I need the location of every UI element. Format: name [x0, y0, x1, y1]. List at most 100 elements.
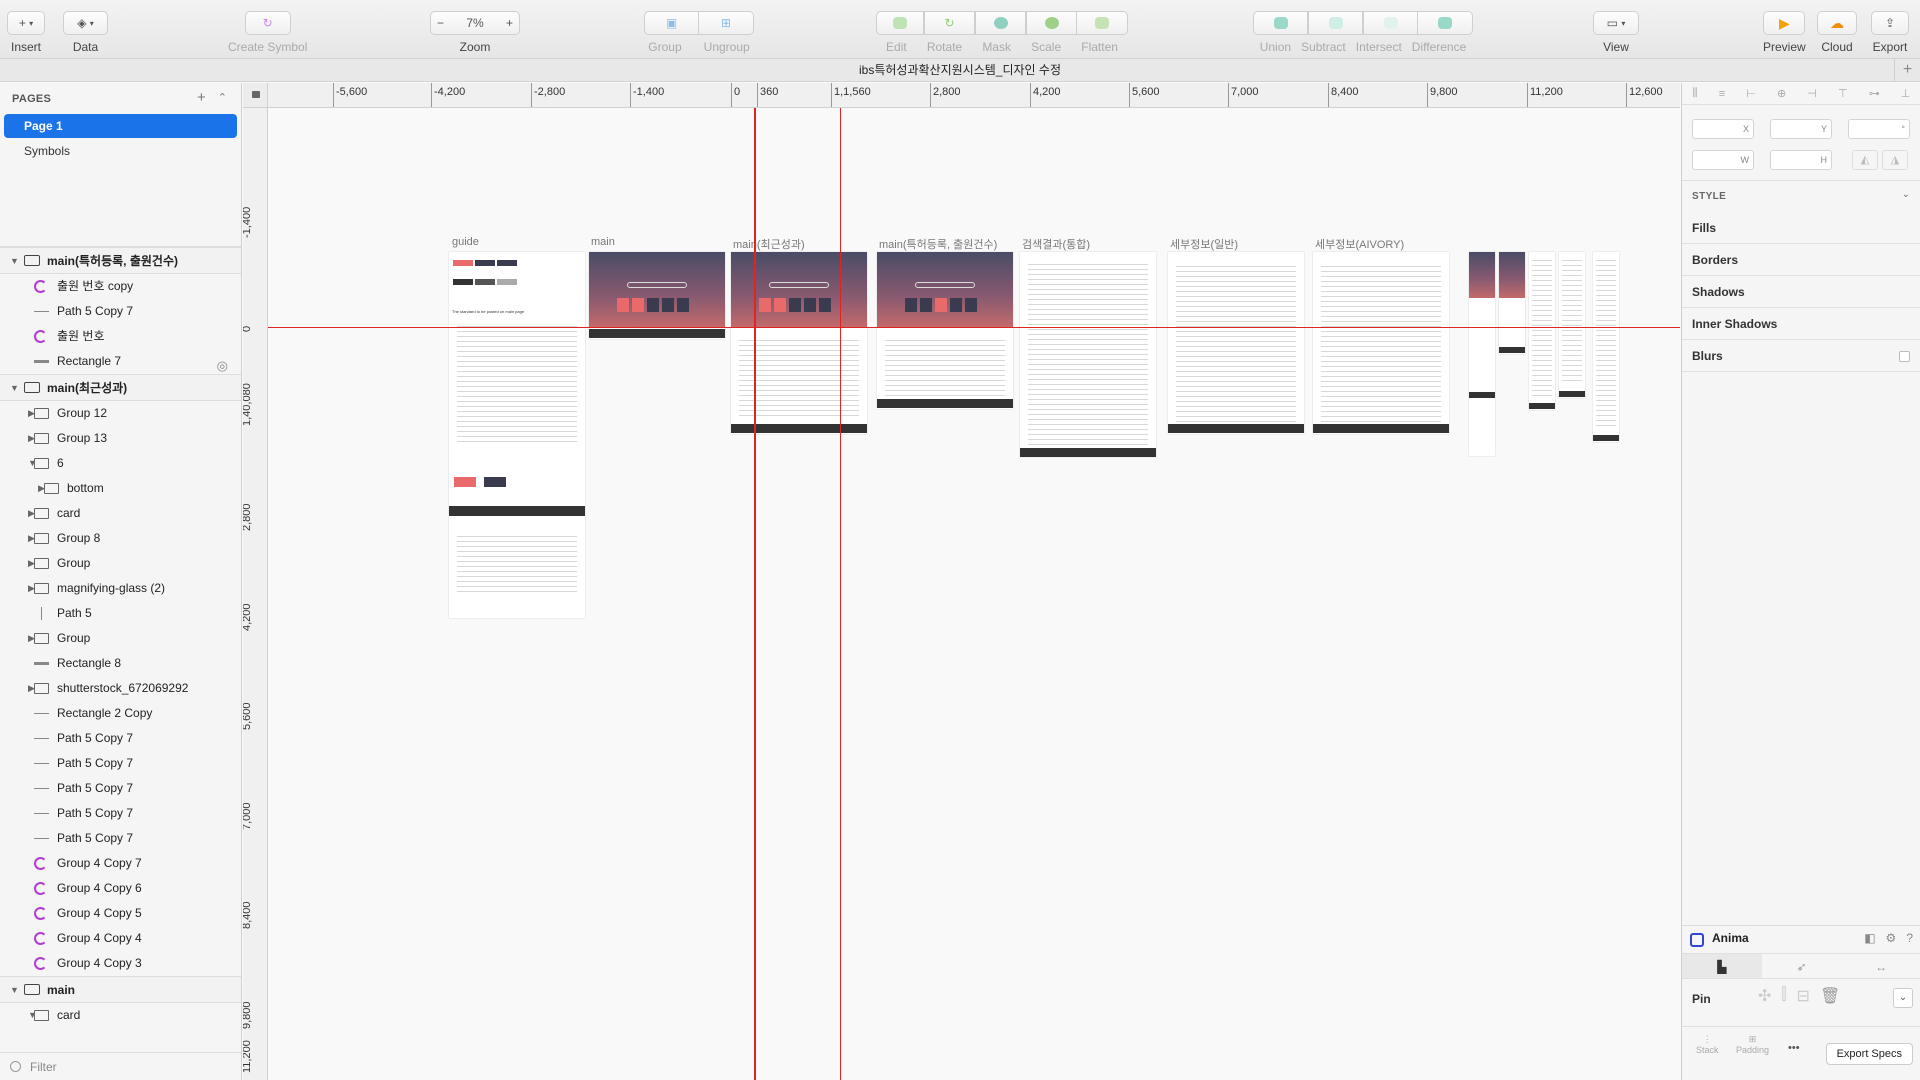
layer-row[interactable]: ▶ Group 12 — [0, 401, 241, 426]
artboard-mobile[interactable] — [1593, 252, 1619, 442]
export-specs-button[interactable]: Export Specs — [1825, 1043, 1913, 1065]
disclosure-open-icon[interactable]: ▼ — [10, 375, 19, 402]
tab-breakpoints[interactable]: ↔ — [1841, 954, 1920, 978]
layer-row[interactable]: Path 5 Copy 7 — [0, 726, 241, 751]
pin-menu-button[interactable]: ⌄ — [1893, 988, 1913, 1008]
trash-icon[interactable]: 🗑 — [1820, 986, 1840, 1006]
artboard-label-main-patent[interactable]: main(특허등록, 출원건수) — [879, 236, 997, 252]
ruler-corner[interactable] — [243, 83, 268, 108]
preview-button[interactable]: ▶ — [1763, 11, 1806, 35]
layer-row[interactable]: ▶ Group 8 — [0, 526, 241, 551]
artboard-mobile[interactable] — [1469, 252, 1495, 456]
vertical-guide[interactable] — [754, 108, 756, 1080]
y-field[interactable]: Y — [1770, 119, 1832, 139]
rotation-field[interactable]: ° — [1848, 119, 1910, 139]
layer-row[interactable]: Group 4 Copy 4 — [0, 926, 241, 951]
layer-row[interactable]: Group 4 Copy 6 — [0, 876, 241, 901]
export-button[interactable]: ⇪ — [1871, 11, 1909, 35]
cloud-button[interactable]: ☁ — [1817, 11, 1857, 35]
stack-button[interactable]: ⋮ Stack — [1696, 1034, 1719, 1055]
layer-row[interactable]: Path 5 Copy 7 — [0, 801, 241, 826]
layer-row[interactable]: Path 5 Copy 7 — [0, 826, 241, 851]
artboard-label-guide[interactable]: guide — [452, 236, 479, 248]
layer-row[interactable]: 출원 번호 — [0, 324, 241, 349]
blurs-section[interactable]: Blurs — [1682, 340, 1920, 372]
layer-row[interactable]: ▶ Group 13 — [0, 426, 241, 451]
artboard-label-main[interactable]: main — [591, 236, 615, 248]
zoom-in-button[interactable]: + — [506, 16, 513, 30]
vertical-guide[interactable] — [840, 108, 841, 1080]
fills-section[interactable]: Fills — [1682, 212, 1920, 244]
layer-row[interactable]: Rectangle 7 ◎ — [0, 349, 241, 374]
pin-horizontal-icon[interactable]: ⊟ — [1797, 986, 1810, 1006]
pin-all-icon[interactable]: ✣ — [1758, 986, 1771, 1006]
x-field[interactable]: X — [1692, 119, 1754, 139]
artboard-mobile[interactable] — [1499, 252, 1525, 354]
subtract-button[interactable] — [1308, 11, 1363, 35]
layer-row[interactable]: 출원 번호 copy — [0, 274, 241, 299]
layer-row[interactable]: ▶ bottom — [0, 476, 241, 501]
disclosure-open-icon[interactable]: ▼ — [10, 248, 19, 275]
artboard-label-search-result[interactable]: 검색결과(통합) — [1022, 236, 1090, 252]
artboard-main-patent[interactable] — [877, 252, 1013, 409]
layer-row[interactable]: Group 4 Copy 5 — [0, 901, 241, 926]
new-tab-button[interactable]: + — [1894, 59, 1920, 81]
pin-vertical-icon[interactable]: ⫿ — [1781, 986, 1786, 1006]
align-left-icon[interactable]: ⊢ — [1746, 87, 1756, 100]
artboard-main-recent[interactable] — [731, 252, 867, 434]
layer-row[interactable]: ▼ 6 — [0, 451, 241, 476]
page-item-page-1[interactable]: Page 1 — [4, 114, 237, 138]
create-symbol-tool[interactable]: ↻ Create Symbol — [228, 11, 307, 54]
help-icon[interactable]: ? — [1906, 931, 1913, 945]
artboard-label-main-recent[interactable]: main(최근성과) — [733, 236, 805, 252]
artboard-guide[interactable]: The standard to be posted on main page — [449, 252, 585, 618]
layer-row[interactable]: Rectangle 2 Copy — [0, 701, 241, 726]
canvas[interactable]: -5,600 -4,200 -2,800 -1,400 0 360 1,1,56… — [243, 83, 1680, 1080]
data-button[interactable]: ◈ ▾ — [63, 11, 108, 35]
borders-section[interactable]: Borders — [1682, 244, 1920, 276]
shadows-section[interactable]: Shadows — [1682, 276, 1920, 308]
zoom-value[interactable]: 7% — [466, 16, 483, 30]
more-button[interactable]: ••• — [1788, 1042, 1800, 1054]
artboard-label-detail-general[interactable]: 세부정보(일반) — [1170, 236, 1238, 252]
flip-horizontal-button[interactable]: ◭ — [1852, 150, 1878, 170]
artboard-main[interactable] — [589, 252, 725, 339]
horizontal-guide[interactable] — [268, 327, 1680, 328]
chevron-down-icon[interactable]: ⌄ — [1902, 189, 1910, 200]
group-button[interactable]: ▣ — [644, 11, 699, 35]
add-page-icon[interactable]: + — [197, 89, 206, 106]
align-bottom-icon[interactable]: ⊥ — [1901, 87, 1911, 100]
align-distribute-v-icon[interactable]: ≡ — [1719, 88, 1725, 100]
tab-layout[interactable]: ▙ — [1682, 954, 1762, 978]
intersect-button[interactable] — [1363, 11, 1418, 35]
gear-icon[interactable]: ⚙ — [1886, 931, 1897, 945]
ungroup-button[interactable]: ⊞ — [699, 11, 754, 35]
insert-tool[interactable]: + ▾ Insert — [7, 11, 45, 54]
height-field[interactable]: H — [1770, 150, 1832, 170]
cloud-tool[interactable]: ☁ Cloud — [1817, 11, 1857, 54]
layer-row[interactable]: ▶ Group — [0, 626, 241, 651]
create-symbol-button[interactable]: ↻ — [244, 11, 291, 35]
layer-row[interactable]: ▶ card — [0, 501, 241, 526]
horizontal-ruler[interactable]: -5,600 -4,200 -2,800 -1,400 0 360 1,1,56… — [243, 83, 1680, 108]
artboard-label-detail-aivory[interactable]: 세부정보(AIVORY) — [1315, 236, 1404, 252]
flip-vertical-button[interactable]: ◮ — [1882, 150, 1908, 170]
artboard-detail-general[interactable] — [1168, 252, 1304, 434]
export-tool[interactable]: ⇪ Export — [1871, 11, 1909, 54]
align-distribute-h-icon[interactable]: ⫼ — [1693, 87, 1698, 100]
page-item-symbols[interactable]: Symbols — [4, 139, 237, 163]
edit-button[interactable] — [876, 11, 924, 35]
artboard-detail-aivory[interactable] — [1313, 252, 1449, 434]
layer-row[interactable]: Path 5 — [0, 601, 241, 626]
rotate-button[interactable]: ↻ — [924, 11, 975, 35]
layer-row[interactable]: Path 5 Copy 7 — [0, 776, 241, 801]
view-tool[interactable]: ▭ ▾ View — [1593, 11, 1639, 54]
width-field[interactable]: W — [1692, 150, 1754, 170]
layer-row[interactable]: ▼ card — [0, 1003, 241, 1028]
sidebar-toggle-icon[interactable]: ◧ — [1864, 931, 1875, 945]
scale-button[interactable] — [1026, 11, 1077, 35]
layer-row[interactable]: Path 5 Copy 7 — [0, 751, 241, 776]
artboard-mobile[interactable] — [1559, 252, 1585, 398]
align-center-icon[interactable]: ⊕ — [1777, 87, 1786, 100]
layer-row[interactable]: ▶ magnifying-glass (2) — [0, 576, 241, 601]
